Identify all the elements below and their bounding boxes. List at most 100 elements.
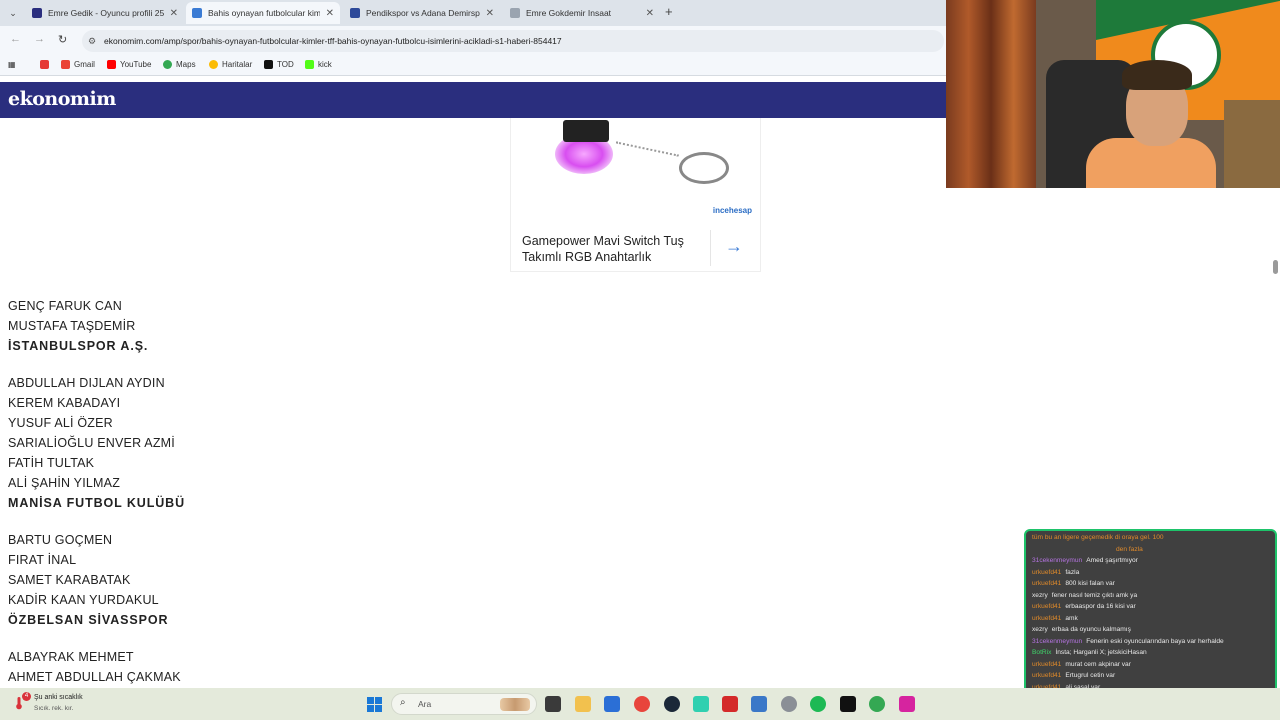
chrome-icon[interactable]	[869, 696, 885, 712]
close-tab-icon[interactable]: ✕	[486, 8, 494, 19]
player-name: FIRAT İNAL	[8, 553, 77, 567]
chat-message: urkuefd41 800 kisi falan var	[1032, 578, 1271, 590]
site-favicon	[350, 8, 360, 18]
site-favicon	[510, 8, 520, 18]
chat-text: fazla	[1065, 568, 1080, 576]
bookmark-youtube[interactable]: YouTube	[107, 60, 151, 69]
webcam-overlay	[946, 0, 1280, 188]
site-header: ekonomim	[0, 82, 946, 118]
chat-message: 31cekenmeymun Fenerin eski oyuncularından…	[1032, 636, 1271, 648]
youtube-icon	[40, 60, 49, 69]
search-highlight-image	[500, 698, 530, 711]
site-info-icon[interactable]: ⚙	[88, 30, 96, 52]
chat-username[interactable]: urkuefd41	[1032, 580, 1061, 587]
app-icon[interactable]	[722, 696, 738, 712]
spotify-icon[interactable]	[810, 696, 826, 712]
start-button[interactable]	[367, 697, 383, 713]
youtube-icon	[107, 60, 116, 69]
player-name: MUSTAFA TAŞDEMİR	[8, 319, 136, 333]
browser-tab[interactable]: Emre Gedik - Oyuncu profili 25 ✕	[26, 2, 184, 24]
file-explorer-icon[interactable]	[575, 696, 591, 712]
browser-tab[interactable]: Emre Gokdemir Insaat ✕	[504, 2, 660, 24]
chat-message: urkuefd41 murat cem akpinar var	[1032, 659, 1271, 671]
bookmark-tod[interactable]: TOD	[264, 60, 294, 69]
store-icon[interactable]	[604, 696, 620, 712]
player-name: GENÇ FARUK CAN	[8, 299, 122, 313]
chat-username[interactable]: urkuefd41	[1032, 672, 1061, 679]
tab-list-dropdown[interactable]: ⌄	[4, 5, 22, 21]
browser-tab[interactable]: Pendikspor vs Adana Demirspo ✕	[344, 2, 500, 24]
forward-icon[interactable]: →	[34, 33, 45, 45]
player-name: YUSUF ALİ ÖZER	[8, 416, 113, 430]
ad-card[interactable]: incehesap Gamepower Mavi Switch Tuş Takı…	[510, 118, 761, 272]
maps-icon	[163, 60, 172, 69]
instagram-icon[interactable]	[899, 696, 915, 712]
chat-username[interactable]: urkuefd41	[1032, 569, 1061, 576]
chat-text: Fenerin eski oyuncularından baya var her…	[1086, 637, 1224, 645]
scrollbar-thumb[interactable]	[1273, 260, 1278, 274]
url-field[interactable]: ⚙ ekonomim.com/amp/spor/bahis-oynayan-fu…	[82, 30, 944, 52]
weather-widget[interactable]: 4 Şu anki sıcaklık Sıcık. rek. kır.	[10, 692, 110, 718]
chat-message: xezry erbaa da oyuncu kalmamış	[1032, 624, 1271, 636]
arrow-right-icon[interactable]: →	[725, 236, 743, 257]
chat-username[interactable]: 31cekenmeymun	[1032, 638, 1082, 645]
close-tab-icon[interactable]: ✕	[326, 8, 334, 19]
chat-username[interactable]: urkuefd41	[1032, 661, 1061, 668]
chat-username[interactable]: xezry	[1032, 592, 1048, 599]
app-icon[interactable]	[693, 696, 709, 712]
site-logo[interactable]: ekonomim	[8, 88, 116, 110]
chat-username[interactable]: 31cekenmeymun	[1032, 557, 1082, 564]
chat-message: BotRix İnsta; Harganli X; jetskiciHasan	[1032, 647, 1271, 659]
kick-icon	[305, 60, 314, 69]
chat-message: urkuefd41 amk	[1032, 613, 1271, 625]
windows-logo-tile	[375, 697, 382, 704]
ad-divider	[710, 230, 711, 266]
chat-text: 800 kisi falan var	[1065, 580, 1115, 587]
close-tab-icon[interactable]: ✕	[170, 8, 178, 19]
chat-message: den fazla	[1032, 544, 1271, 556]
bookmark-youtube-red[interactable]	[40, 60, 53, 69]
bookmark-kick[interactable]: kick	[305, 60, 332, 69]
app-icon[interactable]	[840, 696, 856, 712]
apps-icon[interactable]: ▦	[8, 60, 16, 69]
browser-tab-active[interactable]: Bahis oynayan futbolcular kimle ✕	[186, 2, 340, 24]
settings-icon[interactable]	[781, 696, 797, 712]
reload-icon[interactable]: ↻	[58, 33, 67, 46]
steam-icon[interactable]	[664, 696, 680, 712]
close-tab-icon[interactable]: ✕	[646, 8, 654, 19]
chrome-icon[interactable]	[634, 696, 650, 712]
chat-text: murat cem akpinar var	[1065, 660, 1131, 668]
weather-badge: 4	[22, 692, 31, 701]
player-name: KEREM KABADAYI	[8, 396, 121, 410]
chat-message: 31cekenmeymun Amed şaşırtmıyor	[1032, 555, 1271, 567]
ad-image[interactable]: incehesap	[511, 118, 760, 222]
task-view-icon[interactable]	[545, 696, 561, 712]
keycap	[563, 120, 609, 142]
windows-logo-tile	[367, 705, 374, 712]
bookmark-gmail[interactable]: Gmail	[61, 60, 95, 69]
player-name: ABDULLAH DIJLAN AYDIN	[8, 376, 165, 390]
tab-bar: ⌄ Emre Gedik - Oyuncu profili 25 ✕ Bahis…	[0, 0, 946, 26]
chat-text: Ertugrul cetin var	[1065, 672, 1116, 679]
club-name: MANİSA FUTBOL KULÜBÜ	[8, 496, 186, 510]
back-icon[interactable]: ←	[10, 33, 21, 45]
windows-logo-tile	[375, 705, 382, 712]
search-icon: ⌕	[400, 697, 406, 708]
chat-message: urkuefd41 erbaaspor da 16 kisi var	[1032, 601, 1271, 613]
chat-username[interactable]: xezry	[1032, 626, 1048, 633]
taskbar-search[interactable]: ⌕ Ara	[391, 693, 537, 715]
chat-message: xezry fener nasıl temiz çıktı amk ya	[1032, 590, 1271, 602]
bookmark-haritalar[interactable]: Haritalar	[209, 60, 252, 69]
chat-username[interactable]: BotRix	[1032, 649, 1051, 656]
chat-username[interactable]: urkuefd41	[1032, 615, 1061, 622]
windows-logo-tile	[367, 697, 374, 704]
bookmark-maps[interactable]: Maps	[163, 60, 196, 69]
new-tab-button[interactable]: +	[665, 4, 673, 19]
notepad-icon[interactable]	[751, 696, 767, 712]
ad-title[interactable]: Gamepower Mavi Switch Tuş Takımlı RGB An…	[522, 233, 697, 265]
player-name: AHMET ABDULLAH ÇAKMAK	[8, 670, 181, 684]
chat-username[interactable]: urkuefd41	[1032, 603, 1061, 610]
